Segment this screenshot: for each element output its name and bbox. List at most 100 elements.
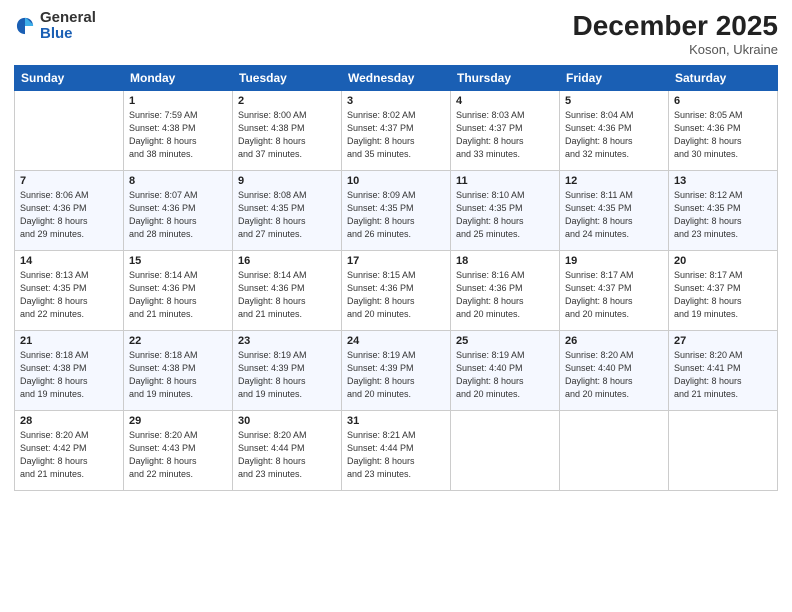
day-header-wednesday: Wednesday: [342, 66, 451, 91]
logo-blue: Blue: [40, 25, 73, 42]
week-row-3: 14 Sunrise: 8:13 AMSunset: 4:35 PMDayligh…: [15, 251, 778, 331]
cell-info: Sunrise: 8:19 AMSunset: 4:39 PMDaylight:…: [238, 349, 336, 401]
cell-info: Sunrise: 7:59 AMSunset: 4:38 PMDaylight:…: [129, 109, 227, 161]
cell-info: Sunrise: 8:14 AMSunset: 4:36 PMDaylight:…: [238, 269, 336, 321]
cell-info: Sunrise: 8:12 AMSunset: 4:35 PMDaylight:…: [674, 189, 772, 241]
calendar-cell: 28Sunrise: 8:20 AMSunset: 4:42 PMDayligh…: [15, 411, 124, 491]
logo-general: General: [40, 9, 96, 26]
date-number: 17: [347, 255, 445, 267]
cell-info: Sunrise: 8:18 AMSunset: 4:38 PMDaylight:…: [20, 349, 118, 401]
date-number: 13: [674, 175, 772, 187]
calendar-cell: 19 Sunrise: 8:17 AMSunset: 4:37 PMDayligh…: [560, 251, 669, 331]
date-number: 2: [238, 95, 336, 107]
day-header-saturday: Saturday: [669, 66, 778, 91]
cell-info: Sunrise: 8:00 AMSunset: 4:38 PMDaylight:…: [238, 109, 336, 161]
date-number: 18: [456, 255, 554, 267]
date-number: 19: [565, 255, 663, 267]
date-number: 23: [238, 335, 336, 347]
cell-info: Sunrise: 8:03 AMSunset: 4:37 PMDaylight:…: [456, 109, 554, 161]
calendar-cell: 17 Sunrise: 8:15 AMSunset: 4:36 PMDayligh…: [342, 251, 451, 331]
cell-info: Sunrise: 8:20 AMSunset: 4:40 PMDaylight:…: [565, 349, 663, 401]
cell-info: Sunrise: 8:20 AMSunset: 4:43 PMDaylight:…: [129, 429, 227, 481]
cell-info: Sunrise: 8:05 AMSunset: 4:36 PMDaylight:…: [674, 109, 772, 161]
calendar-cell: 8 Sunrise: 8:07 AMSunset: 4:36 PMDaylight…: [124, 171, 233, 251]
cell-info: Sunrise: 8:17 AMSunset: 4:37 PMDaylight:…: [674, 269, 772, 321]
calendar-cell: 3 Sunrise: 8:02 AMSunset: 4:37 PMDaylight…: [342, 91, 451, 171]
date-number: 30: [238, 415, 336, 427]
cell-info: Sunrise: 8:14 AMSunset: 4:36 PMDaylight:…: [129, 269, 227, 321]
days-header-row: SundayMondayTuesdayWednesdayThursdayFrid…: [15, 66, 778, 91]
week-row-1: 1 Sunrise: 7:59 AMSunset: 4:38 PMDaylight…: [15, 91, 778, 171]
calendar-cell: 26 Sunrise: 8:20 AMSunset: 4:40 PMDayligh…: [560, 331, 669, 411]
cell-info: Sunrise: 8:02 AMSunset: 4:37 PMDaylight:…: [347, 109, 445, 161]
calendar-cell: 4 Sunrise: 8:03 AMSunset: 4:37 PMDaylight…: [451, 91, 560, 171]
day-header-sunday: Sunday: [15, 66, 124, 91]
month-year: December 2025: [573, 10, 778, 42]
date-number: 7: [20, 175, 118, 187]
calendar-cell: 29 Sunrise: 8:20 AMSunset: 4:43 PMDayligh…: [124, 411, 233, 491]
cell-info: Sunrise: 8:11 AMSunset: 4:35 PMDaylight:…: [565, 189, 663, 241]
calendar-cell: 30Sunrise: 8:20 AMSunset: 4:44 PMDayligh…: [233, 411, 342, 491]
calendar-cell: 21Sunrise: 8:18 AMSunset: 4:38 PMDayligh…: [15, 331, 124, 411]
cell-info: Sunrise: 8:16 AMSunset: 4:36 PMDaylight:…: [456, 269, 554, 321]
calendar-cell: 14 Sunrise: 8:13 AMSunset: 4:35 PMDayligh…: [15, 251, 124, 331]
date-number: 28: [20, 415, 118, 427]
cell-info: Sunrise: 8:13 AMSunset: 4:35 PMDaylight:…: [20, 269, 118, 321]
cell-info: Sunrise: 8:15 AMSunset: 4:36 PMDaylight:…: [347, 269, 445, 321]
calendar-cell: [560, 411, 669, 491]
calendar-container: General Blue December 2025 Koson, Ukrain…: [0, 0, 792, 612]
calendar-cell: 12 Sunrise: 8:11 AMSunset: 4:35 PMDayligh…: [560, 171, 669, 251]
date-number: 3: [347, 95, 445, 107]
date-number: 4: [456, 95, 554, 107]
day-header-monday: Monday: [124, 66, 233, 91]
cell-info: Sunrise: 8:19 AMSunset: 4:40 PMDaylight:…: [456, 349, 554, 401]
cell-info: Sunrise: 8:07 AMSunset: 4:36 PMDaylight:…: [129, 189, 227, 241]
week-row-5: 28Sunrise: 8:20 AMSunset: 4:42 PMDayligh…: [15, 411, 778, 491]
date-number: 10: [347, 175, 445, 187]
date-number: 14: [20, 255, 118, 267]
calendar-cell: 16 Sunrise: 8:14 AMSunset: 4:36 PMDayligh…: [233, 251, 342, 331]
date-number: 1: [129, 95, 227, 107]
day-header-thursday: Thursday: [451, 66, 560, 91]
title-block: December 2025 Koson, Ukraine: [573, 10, 778, 57]
date-number: 16: [238, 255, 336, 267]
header: General Blue December 2025 Koson, Ukrain…: [14, 10, 778, 57]
cell-info: Sunrise: 8:08 AMSunset: 4:35 PMDaylight:…: [238, 189, 336, 241]
calendar-cell: 27 Sunrise: 8:20 AMSunset: 4:41 PMDayligh…: [669, 331, 778, 411]
week-row-2: 7 Sunrise: 8:06 AMSunset: 4:36 PMDaylight…: [15, 171, 778, 251]
day-header-tuesday: Tuesday: [233, 66, 342, 91]
day-header-friday: Friday: [560, 66, 669, 91]
week-row-4: 21Sunrise: 8:18 AMSunset: 4:38 PMDayligh…: [15, 331, 778, 411]
calendar-cell: 15 Sunrise: 8:14 AMSunset: 4:36 PMDayligh…: [124, 251, 233, 331]
date-number: 8: [129, 175, 227, 187]
date-number: 15: [129, 255, 227, 267]
calendar-cell: 24 Sunrise: 8:19 AMSunset: 4:39 PMDayligh…: [342, 331, 451, 411]
cell-info: Sunrise: 8:20 AMSunset: 4:41 PMDaylight:…: [674, 349, 772, 401]
calendar-cell: [669, 411, 778, 491]
logo-icon: [14, 15, 36, 37]
date-number: 6: [674, 95, 772, 107]
calendar-cell: 7 Sunrise: 8:06 AMSunset: 4:36 PMDaylight…: [15, 171, 124, 251]
logo: General Blue: [14, 10, 96, 42]
calendar-cell: 1 Sunrise: 7:59 AMSunset: 4:38 PMDaylight…: [124, 91, 233, 171]
date-number: 31: [347, 415, 445, 427]
date-number: 26: [565, 335, 663, 347]
location: Koson, Ukraine: [573, 42, 778, 57]
cell-info: Sunrise: 8:17 AMSunset: 4:37 PMDaylight:…: [565, 269, 663, 321]
date-number: 27: [674, 335, 772, 347]
calendar-cell: 5Sunrise: 8:04 AMSunset: 4:36 PMDaylight…: [560, 91, 669, 171]
calendar-cell: 10 Sunrise: 8:09 AMSunset: 4:35 PMDayligh…: [342, 171, 451, 251]
logo-text: General Blue: [40, 10, 96, 42]
calendar-cell: 11Sunrise: 8:10 AMSunset: 4:35 PMDayligh…: [451, 171, 560, 251]
cell-info: Sunrise: 8:06 AMSunset: 4:36 PMDaylight:…: [20, 189, 118, 241]
calendar-table: SundayMondayTuesdayWednesdayThursdayFrid…: [14, 65, 778, 491]
date-number: 29: [129, 415, 227, 427]
date-number: 25: [456, 335, 554, 347]
date-number: 24: [347, 335, 445, 347]
date-number: 12: [565, 175, 663, 187]
calendar-cell: 6 Sunrise: 8:05 AMSunset: 4:36 PMDaylight…: [669, 91, 778, 171]
cell-info: Sunrise: 8:09 AMSunset: 4:35 PMDaylight:…: [347, 189, 445, 241]
cell-info: Sunrise: 8:19 AMSunset: 4:39 PMDaylight:…: [347, 349, 445, 401]
calendar-cell: 18 Sunrise: 8:16 AMSunset: 4:36 PMDayligh…: [451, 251, 560, 331]
calendar-cell: 22Sunrise: 8:18 AMSunset: 4:38 PMDayligh…: [124, 331, 233, 411]
